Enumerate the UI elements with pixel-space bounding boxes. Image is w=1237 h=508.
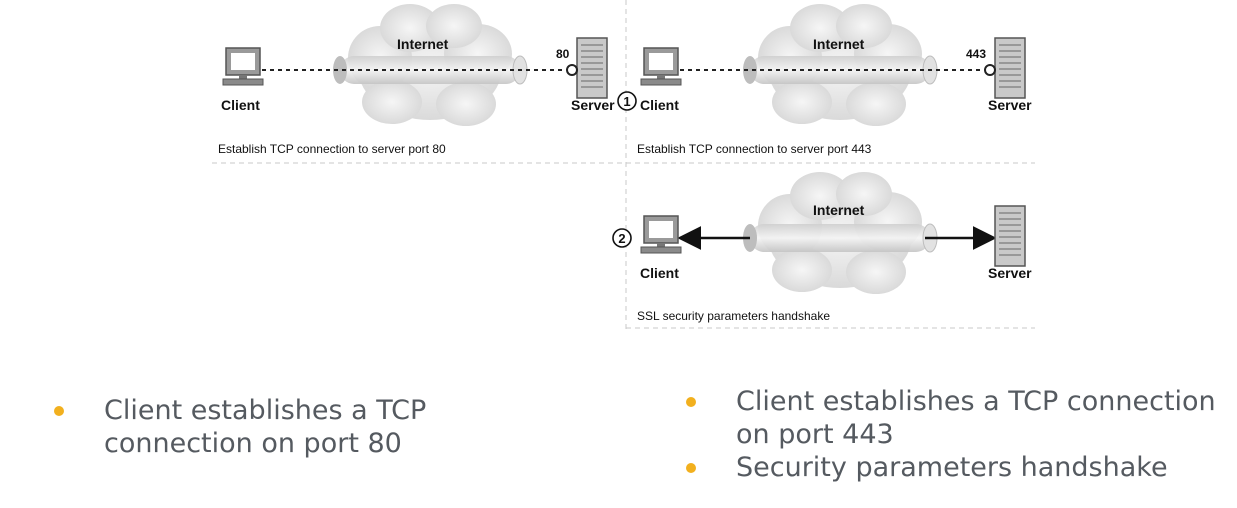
client-label: Client [640, 97, 679, 113]
panel-port-443: 1 Internet Client 443 Server Establish T… [617, 4, 1032, 156]
port-socket-icon [566, 64, 578, 76]
bullet-text: Client establishes a TCP connection on p… [104, 395, 427, 459]
port-label: 443 [966, 47, 986, 61]
client-label: Client [640, 265, 679, 281]
left-bullet-list: Client establishes a TCP connection on p… [48, 394, 518, 460]
server-label: Server [988, 97, 1032, 113]
panel-port-80: Internet Client 80 Server Establish TCP … [218, 4, 615, 156]
bullet-dot-icon [54, 406, 64, 416]
bullet-text: Security parameters handshake [736, 452, 1168, 483]
panel-caption: SSL security parameters handshake [637, 309, 830, 323]
step-number: 2 [618, 231, 625, 246]
client-computer-icon [640, 215, 682, 254]
client-computer-icon [222, 47, 264, 86]
tunnel-icon [742, 223, 938, 253]
bullet-item: Security parameters handshake [680, 451, 1235, 484]
server-icon [994, 205, 1026, 267]
server-icon [576, 37, 608, 99]
right-bullet-list: Client establishes a TCP connection on p… [680, 385, 1235, 484]
port-label: 80 [556, 47, 570, 61]
internet-label: Internet [813, 202, 865, 218]
client-label: Client [221, 97, 260, 113]
bullet-item: Client establishes a TCP connection on p… [680, 385, 1235, 451]
bullet-dot-icon [686, 463, 696, 473]
client-computer-icon [640, 47, 682, 86]
bullet-item: Client establishes a TCP connection on p… [48, 394, 518, 460]
server-icon [994, 37, 1026, 99]
panel-ssl-handshake: 2 Internet Client Server SSL security pa… [612, 172, 1032, 323]
server-label: Server [571, 97, 615, 113]
panel-caption: Establish TCP connection to server port … [637, 142, 872, 156]
internet-label: Internet [813, 36, 865, 52]
server-label: Server [988, 265, 1032, 281]
bullet-text: Client establishes a TCP connection on p… [736, 386, 1216, 450]
https-connection-diagram: Internet Client 80 Server Establish TCP … [212, 0, 1035, 330]
bullet-dot-icon [686, 397, 696, 407]
step-number: 1 [623, 94, 630, 109]
port-socket-icon [984, 64, 996, 76]
internet-label: Internet [397, 36, 449, 52]
panel-caption: Establish TCP connection to server port … [218, 142, 446, 156]
